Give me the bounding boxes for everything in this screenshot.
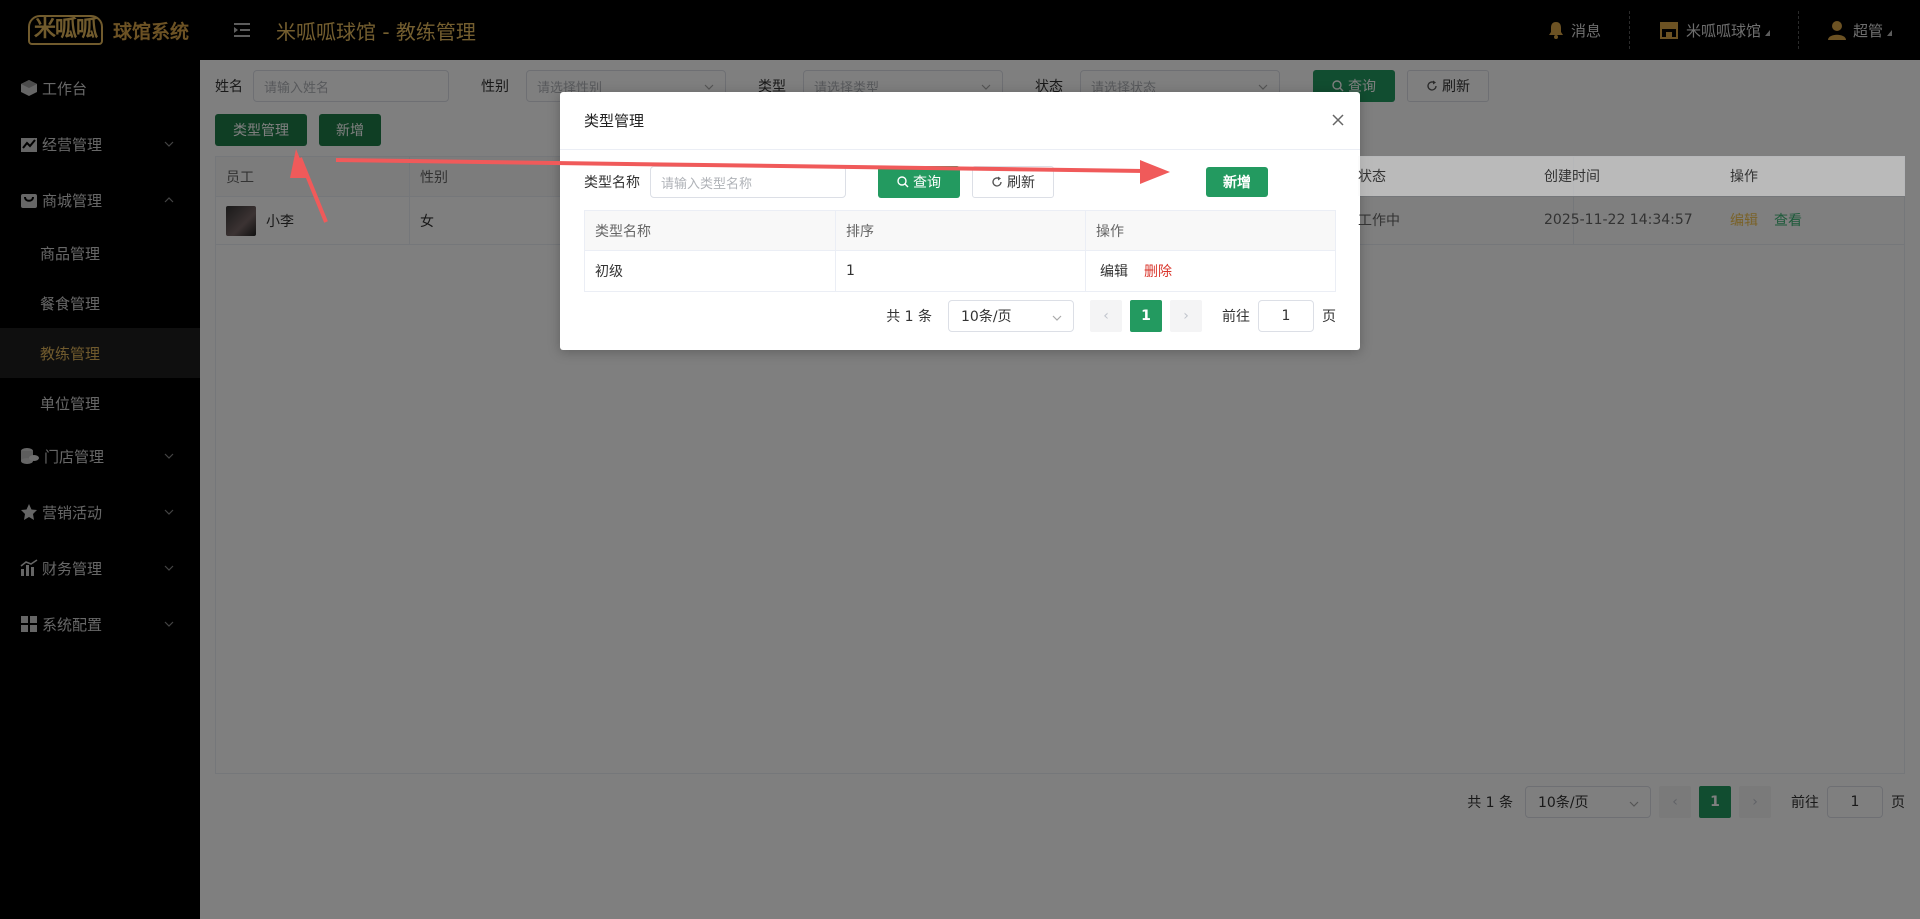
column-header: 创建时间 xyxy=(1544,169,1600,185)
type-table: 类型名称 排序 操作 初级 1 编辑 删除 xyxy=(584,210,1336,292)
page-suffix: 页 xyxy=(1322,309,1336,325)
delete-link[interactable]: 删除 xyxy=(1144,261,1172,281)
dialog-search-bar: 类型名称 请输入类型名称 查询 刷新 新增 xyxy=(584,166,1268,198)
dialog-query-button[interactable]: 查询 xyxy=(878,166,960,198)
type-manage-dialog: 类型管理 类型名称 请输入类型名称 查询 刷新 新增 类型名称 排序 操作 初级… xyxy=(560,92,1360,350)
column-header: 状态 xyxy=(1358,169,1386,185)
column-header: 操作 xyxy=(1730,169,1758,185)
prev-page-button[interactable]: ‹ xyxy=(1090,300,1122,332)
goto-page-input[interactable]: 1 xyxy=(1258,300,1314,332)
page-number[interactable]: 1 xyxy=(1130,300,1162,332)
dialog-title: 类型管理 xyxy=(584,112,645,130)
edit-link[interactable]: 编辑 xyxy=(1730,210,1758,230)
type-name-cell: 初级 xyxy=(585,251,836,291)
table-header: 类型名称 排序 操作 xyxy=(585,211,1335,251)
sort-cell: 1 xyxy=(836,251,1086,291)
actions-cell: 编辑 删除 xyxy=(1086,251,1335,291)
created-cell: 2025-11-22 14:34:57 xyxy=(1544,212,1693,228)
status-cell: 工作中 xyxy=(1358,213,1400,229)
type-name-input[interactable]: 请输入类型名称 xyxy=(650,166,846,198)
table-right-section: 状态 创建时间 操作 工作中 2025-11-22 14:34:57 编辑 查看 xyxy=(1358,156,1905,244)
type-name-label: 类型名称 xyxy=(584,175,640,191)
dialog-add-button[interactable]: 新增 xyxy=(1206,167,1268,197)
next-page-button[interactable]: › xyxy=(1170,300,1202,332)
refresh-icon xyxy=(992,176,1002,187)
column-header: 类型名称 xyxy=(585,211,836,250)
dialog-pagination: 共 1 条 10条/页 ‹ 1 › 前往 1 页 xyxy=(886,300,1336,332)
pagination-total: 共 1 条 xyxy=(886,309,932,325)
page-size-select[interactable]: 10条/页 xyxy=(948,300,1074,332)
dialog-header: 类型管理 xyxy=(560,92,1360,150)
column-header: 排序 xyxy=(836,211,1086,250)
chevron-down-icon xyxy=(1052,315,1062,321)
row-actions: 编辑 查看 xyxy=(1730,196,1905,244)
table-row: 初级 1 编辑 删除 xyxy=(585,251,1335,291)
search-icon xyxy=(897,176,909,188)
edit-link[interactable]: 编辑 xyxy=(1100,261,1128,281)
close-icon[interactable] xyxy=(1330,112,1346,128)
view-link[interactable]: 查看 xyxy=(1774,210,1802,230)
column-header: 操作 xyxy=(1096,223,1124,240)
dialog-refresh-button[interactable]: 刷新 xyxy=(972,166,1054,198)
goto-label: 前往 xyxy=(1222,309,1250,325)
